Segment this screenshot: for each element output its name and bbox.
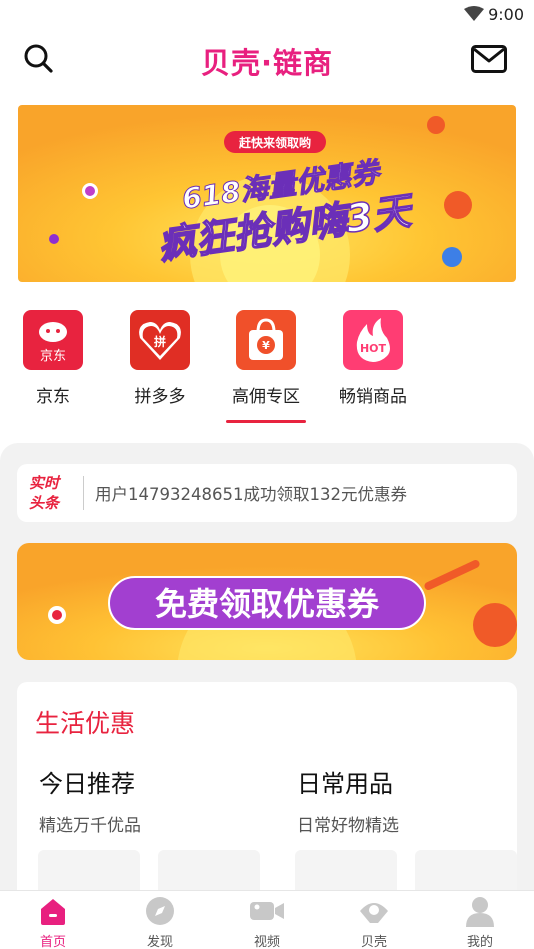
news-ticker[interactable]: 实时 头条 用户14793248651成功领取132元优惠券 [17,464,517,522]
home-icon [37,895,69,927]
tab-label: 我的 [466,935,493,949]
banner-graphic: 赶快来领取哟 618海量优惠券 疯狂抢购嗨3天 [18,105,516,282]
profile-icon [464,895,496,927]
tab-home[interactable]: 首页 [13,895,93,949]
hot-icon: HOT [343,310,403,370]
tab-shell[interactable]: 贝壳 [334,895,414,949]
category-best-sellers[interactable]: HOT 畅销商品 [323,310,423,407]
app-header: 贝壳·链商 [0,30,534,92]
category-label: 高佣专区 [232,387,300,407]
active-category-underline [226,420,306,423]
app-title: 贝壳·链商 [200,46,334,80]
status-bar: 9:00 [0,0,534,30]
tab-me[interactable]: 我的 [440,895,520,949]
col-title: 今日推荐 [39,770,135,798]
tab-video[interactable]: 视频 [227,895,307,949]
category-label: 京东 [36,387,70,407]
daily-goods[interactable]: 日常用品 日常好物精选 [297,764,399,836]
col-subtitle: 日常好物精选 [297,816,399,836]
compass-icon [144,895,176,927]
life-deals-section: 生活优惠 今日推荐 精选万千优品 日常用品 日常好物精选 [17,682,517,930]
free-coupon-banner[interactable]: 免费领取优惠券 [17,543,517,660]
wifi-icon [464,6,484,21]
svg-text:拼: 拼 [154,334,166,349]
category-jd[interactable]: 京东 京东 [3,310,103,407]
tab-label: 视频 [253,935,280,949]
category-pinduoduo[interactable]: 拼 拼多多 [110,310,210,407]
jd-icon: 京东 [23,310,83,370]
tab-discover[interactable]: 发现 [120,895,200,949]
status-time: 9:00 [488,5,524,24]
col-subtitle: 精选万千优品 [39,816,141,836]
promo-graphic: 免费领取优惠券 [17,543,517,660]
svg-text:¥: ¥ [262,339,270,352]
shell-icon [358,895,390,927]
category-row: 京东 京东 拼 拼多多 ¥ 高佣专区 HOT 畅销商品 [0,310,534,430]
svg-text:京东: 京东 [40,349,66,364]
today-recommend[interactable]: 今日推荐 精选万千优品 [39,764,141,836]
pinduoduo-icon: 拼 [130,310,190,370]
svg-text:HOT: HOT [360,342,387,355]
bottom-tab-bar: 首页 发现 视频 贝壳 我的 [0,890,534,949]
category-high-commission[interactable]: ¥ 高佣专区 [216,310,316,423]
high-commission-bag-icon: ¥ [236,310,296,370]
tab-label: 贝壳 [360,935,387,949]
video-camera-icon [248,895,286,927]
section-heading: 生活优惠 [35,709,136,738]
tab-label: 首页 [39,935,66,949]
news-text: 用户14793248651成功领取132元优惠券 [95,485,407,504]
618-sale-banner[interactable]: 赶快来领取哟 618海量优惠券 疯狂抢购嗨3天 [18,105,516,282]
promo-label: 免费领取优惠券 [155,585,380,623]
banner-tag: 赶快来领取哟 [238,135,311,150]
divider [83,476,84,510]
realtime-headline-badge: 实时 头条 [29,474,60,512]
col-title: 日常用品 [297,770,393,798]
mail-icon[interactable] [471,45,507,73]
category-label: 畅销商品 [339,387,407,407]
category-label: 拼多多 [134,387,186,407]
tab-label: 发现 [146,935,173,949]
